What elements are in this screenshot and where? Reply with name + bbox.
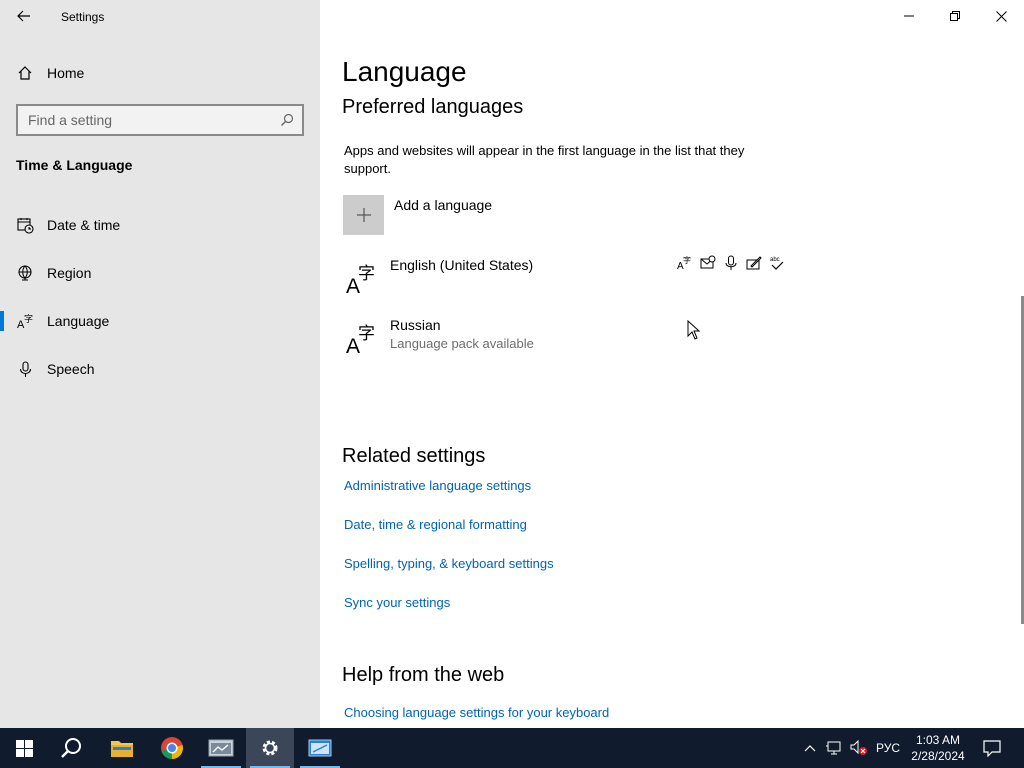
- clock-date: 2/28/2024: [911, 749, 965, 763]
- active-indicator: [0, 311, 4, 331]
- sidebar-item-label: Speech: [47, 361, 95, 377]
- window-app-button[interactable]: [296, 728, 344, 768]
- language-item-russian[interactable]: A字 Russian Language pack available: [344, 317, 784, 361]
- add-language-label: Add a language: [394, 197, 493, 213]
- window-app-icon: [308, 739, 332, 757]
- section-title: Time & Language: [16, 157, 133, 173]
- sidebar-item-label: Region: [47, 265, 92, 281]
- link-date-time-regional-formatting[interactable]: Date, time & regional formatting: [344, 517, 527, 532]
- svg-text:字: 字: [683, 255, 691, 265]
- language-name: Russian: [390, 317, 441, 333]
- volume-button[interactable]: [848, 728, 870, 768]
- home-icon: [16, 64, 34, 82]
- file-explorer-button[interactable]: [98, 728, 146, 768]
- clock-time: 1:03 AM: [915, 733, 961, 747]
- window-controls: [886, 0, 1024, 32]
- plus-icon: [343, 195, 384, 235]
- svg-text:字: 字: [24, 313, 33, 325]
- page-title: Language: [342, 56, 467, 87]
- search-icon: [61, 738, 81, 758]
- language-icon: A字: [16, 312, 34, 330]
- language-icon: A字: [346, 324, 375, 355]
- preferred-languages-heading: Preferred languages: [342, 96, 524, 118]
- notification-icon: [983, 739, 1001, 757]
- language-pack-icon: [699, 254, 716, 271]
- volume-muted-icon: [850, 740, 867, 755]
- svg-text:abc: abc: [770, 257, 780, 263]
- show-hidden-icons-button[interactable]: [800, 728, 820, 768]
- related-settings-heading: Related settings: [342, 445, 486, 467]
- spell-check-icon: abc: [768, 254, 785, 271]
- search-icon[interactable]: [280, 113, 294, 127]
- settings-button[interactable]: [246, 728, 294, 768]
- display-language-icon: A字: [676, 254, 693, 271]
- microphone-icon: [16, 360, 34, 378]
- sidebar-item-label: Date & time: [47, 217, 121, 233]
- close-button[interactable]: [978, 0, 1024, 32]
- app-icon: [208, 739, 234, 757]
- svg-text:字: 字: [358, 324, 375, 344]
- chrome-button[interactable]: [148, 728, 196, 768]
- minimize-button[interactable]: [886, 0, 932, 32]
- sidebar-item-label: Language: [47, 313, 110, 329]
- start-icon: [15, 739, 33, 757]
- add-language-button[interactable]: Add a language: [343, 195, 492, 235]
- link-spelling-typing-keyboard-settings[interactable]: Spelling, typing, & keyboard settings: [344, 556, 554, 571]
- taskbar-search-button[interactable]: [48, 728, 96, 768]
- restore-icon: [950, 11, 960, 21]
- language-feature-icons: A字 abc: [676, 254, 785, 271]
- action-center-button[interactable]: [976, 728, 1008, 768]
- sidebar-item-date-time[interactable]: Date & time: [0, 205, 320, 245]
- back-button[interactable]: [12, 4, 36, 28]
- sidebar-item-home[interactable]: Home: [0, 53, 320, 93]
- close-icon: [995, 10, 1007, 22]
- clock[interactable]: 1:03 AM 2/28/2024: [903, 732, 973, 764]
- settings-icon: [262, 740, 278, 756]
- minimize-icon: [904, 15, 914, 17]
- sidebar-item-label: Home: [47, 65, 85, 81]
- app-button[interactable]: [197, 728, 245, 768]
- file-explorer-icon: [111, 741, 133, 757]
- back-arrow-icon: [17, 10, 30, 22]
- mouse-pointer-icon: [687, 320, 701, 340]
- chevron-up-icon: [804, 745, 816, 752]
- language-status: Language pack available: [390, 336, 534, 351]
- search-input[interactable]: [18, 106, 272, 134]
- link-administrative-language-settings[interactable]: Administrative language settings: [344, 478, 531, 493]
- link-sync-your-settings[interactable]: Sync your settings: [344, 595, 450, 610]
- chrome-icon: [161, 737, 183, 759]
- handwriting-icon: [745, 254, 762, 271]
- network-icon: [826, 741, 841, 755]
- network-button[interactable]: [824, 728, 846, 768]
- speech-icon: [722, 254, 739, 271]
- date-time-icon: [16, 216, 34, 234]
- preferred-languages-description: Apps and websites will appear in the fir…: [344, 143, 745, 176]
- language-icon: A字: [346, 264, 375, 295]
- restore-button[interactable]: [932, 0, 978, 32]
- sidebar-item-speech[interactable]: Speech: [0, 349, 320, 389]
- app-title: Settings: [61, 10, 105, 24]
- svg-text:字: 字: [358, 264, 375, 284]
- language-name: English (United States): [390, 257, 534, 273]
- sidebar: Settings Home Time & Language Date & tim…: [0, 0, 320, 728]
- input-language-indicator[interactable]: РУС: [872, 728, 904, 768]
- taskbar: РУС 1:03 AM 2/28/2024: [0, 728, 1024, 768]
- globe-icon: [16, 264, 34, 282]
- search-box[interactable]: [16, 104, 304, 136]
- link-choosing-language-settings[interactable]: Choosing language settings for your keyb…: [344, 705, 609, 720]
- sidebar-item-language[interactable]: A字 Language: [0, 301, 320, 341]
- main-panel: Language Preferred languages Apps and we…: [320, 0, 1024, 728]
- sidebar-item-region[interactable]: Region: [0, 253, 320, 293]
- start-button[interactable]: [0, 728, 48, 768]
- help-from-web-heading: Help from the web: [342, 664, 505, 686]
